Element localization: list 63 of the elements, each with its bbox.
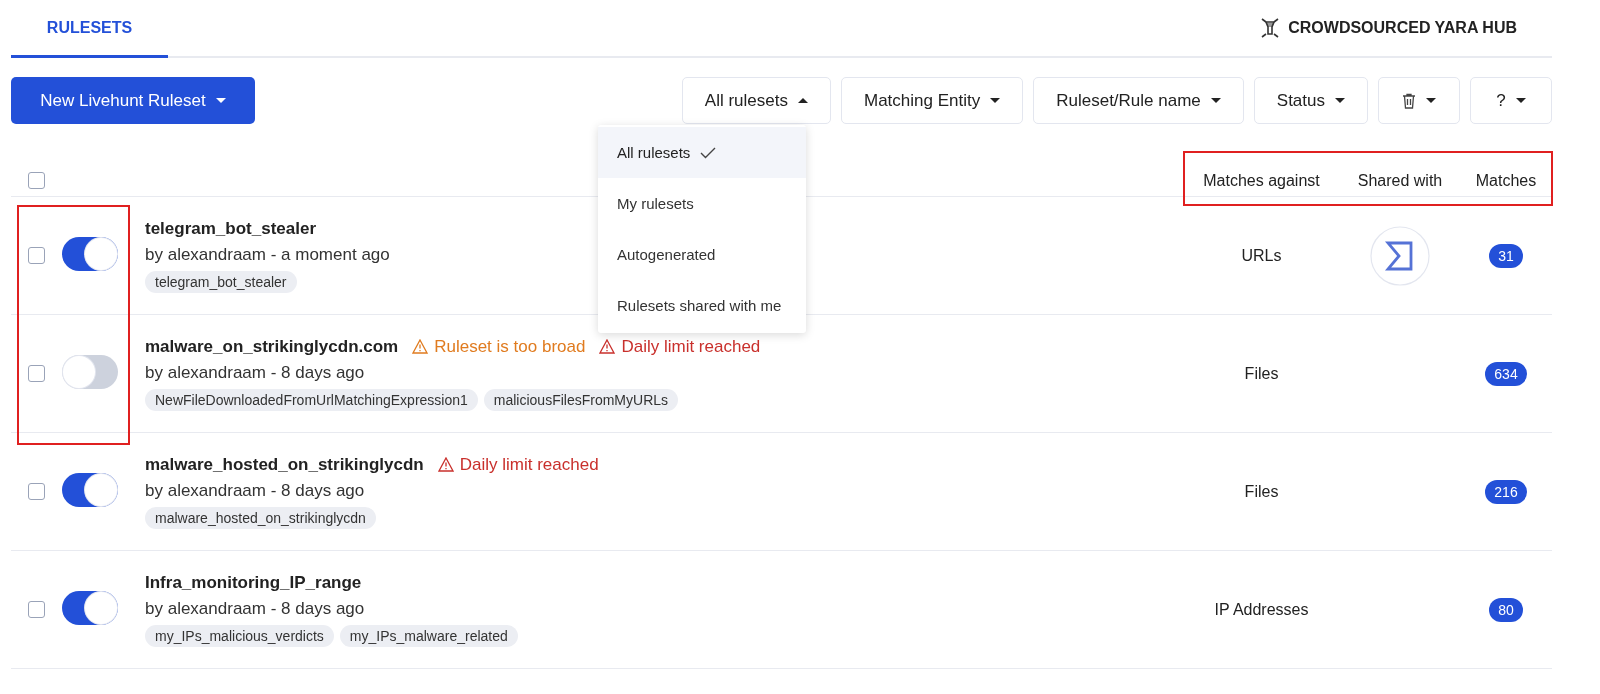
rule-tag: NewFileDownloadedFromUrlMatchingExpression1 [145,388,478,411]
trash-icon [1402,92,1416,109]
warning-text: Ruleset is too broad [434,336,586,357]
warning-text: Daily limit reached [459,454,599,475]
filter-button[interactable]: All rulesets [681,77,831,124]
ruleset-name[interactable]: Infra_monitoring_IP_range [145,572,362,593]
filter-button[interactable]: ? [1470,77,1552,124]
ruleset-name[interactable]: malware_on_strikinglycdn.com [145,336,399,357]
matches-against-cell: Files [1244,482,1279,501]
rule-tag: maliciousFilesFromMyURLs [483,388,679,411]
caret-icon [1515,97,1526,104]
caret-icon [1210,97,1221,104]
toggle-switch[interactable] [62,590,118,625]
check-icon [700,146,717,159]
menu-item[interactable]: My rulesets [598,178,806,229]
author-line: by alexandraam - a moment ago [145,244,390,265]
matches-against-cell: URLs [1241,246,1282,265]
rule-tag: my_IPs_malicious_verdicts [145,624,334,647]
caret-icon [798,97,808,104]
author-line: by alexandraam - 8 days ago [145,598,365,619]
toggle-switch[interactable] [62,354,118,389]
column-header: Matches against [1202,170,1321,190]
menu-item[interactable]: Autogenerated [598,229,806,280]
match-count[interactable]: 634 [1485,361,1527,386]
author-line: by alexandraam - 8 days ago [145,480,365,501]
caret-icon [1335,97,1345,104]
toggle-switch[interactable] [62,236,118,271]
warning-icon [412,339,429,354]
column-header: Shared with [1356,170,1444,190]
row-checkbox[interactable] [28,601,45,618]
rule-tag: malware_hosted_on_strikinglycdn [145,506,376,529]
matches-against-cell: Files [1244,364,1279,383]
warning-icon [599,339,616,354]
menu-item[interactable]: Rulesets shared with me [598,280,806,331]
hub-logo-icon [1260,17,1281,39]
new-ruleset-button[interactable]: New Livehunt Ruleset [11,77,255,124]
row-checkbox[interactable] [28,483,45,500]
brand-name: CROWDSOURCED YARA HUB [1288,19,1517,37]
match-count[interactable]: 216 [1485,479,1527,504]
caret-icon [990,97,1001,104]
warning-text: Daily limit reached [621,336,761,357]
tab[interactable]: RULESETS [11,0,168,58]
row-checkbox[interactable] [28,247,45,264]
filter-button[interactable]: Ruleset/Rule name [1033,77,1244,124]
column-header: Matches [1474,170,1538,190]
filter-button[interactable]: Status [1253,77,1368,124]
ruleset-name[interactable]: telegram_bot_stealer [145,218,317,239]
warning-icon [437,457,454,472]
match-count[interactable]: 31 [1489,243,1523,268]
menu-item[interactable]: All rulesets [598,127,806,178]
match-count[interactable]: 80 [1489,597,1523,622]
author-line: by alexandraam - 8 days ago [145,362,365,383]
rule-tag: telegram_bot_stealer [145,270,297,293]
ruleset-name[interactable]: malware_hosted_on_strikinglycdn [145,454,424,475]
row-checkbox[interactable] [28,365,45,382]
caret-icon [1426,97,1436,104]
toggle-switch[interactable] [62,472,118,507]
delete-filter-button[interactable] [1378,77,1460,124]
filter-button[interactable]: Matching Entity [841,77,1024,124]
matches-against-cell: IP Addresses [1214,600,1309,619]
rule-tag: my_IPs_malware_related [339,624,518,647]
select-all-checkbox[interactable] [28,172,45,189]
caret-icon [215,97,226,104]
